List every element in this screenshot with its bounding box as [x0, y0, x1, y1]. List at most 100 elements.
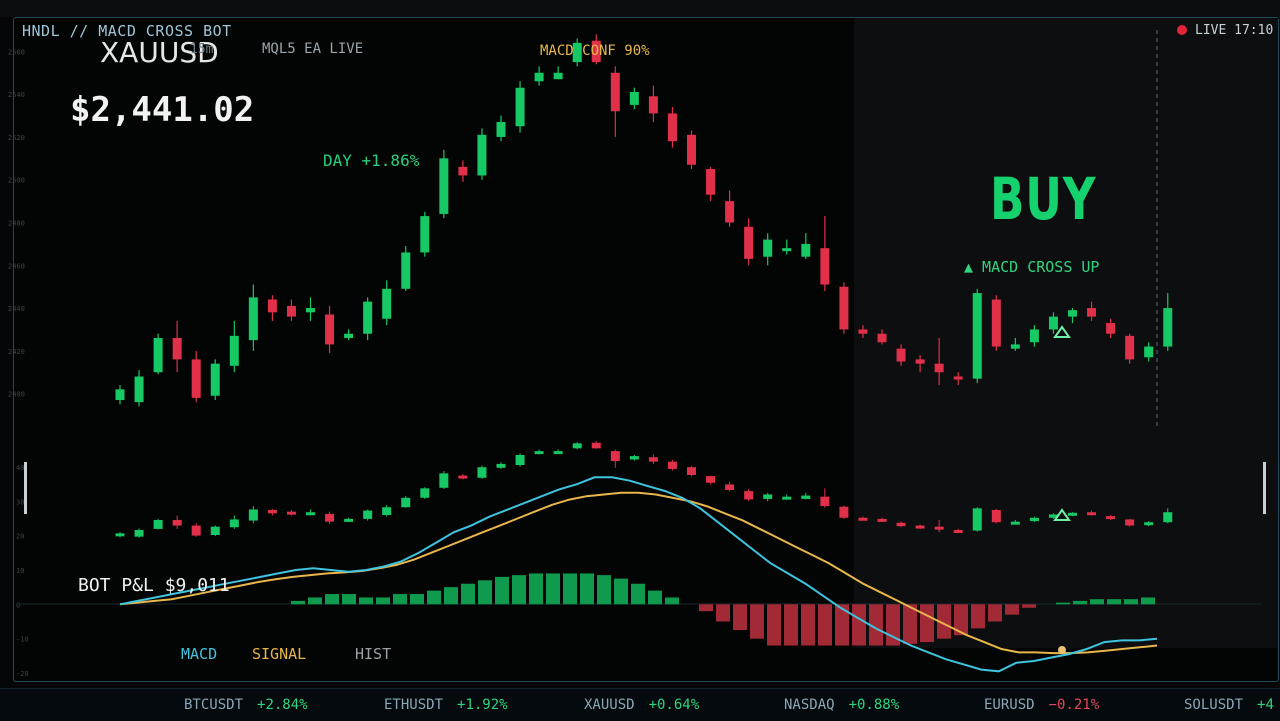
mini-candle-body: [1144, 522, 1154, 526]
mini-candle-body: [648, 457, 658, 462]
candle-body: [1106, 323, 1116, 334]
mini-candle-body: [363, 510, 373, 519]
ticker-item[interactable]: EURUSD −0.21%: [984, 697, 1099, 713]
candle-body: [210, 363, 220, 396]
price-tick-label: 2520: [8, 134, 25, 142]
ticker-item[interactable]: ETHUSDT +1.92%: [384, 697, 508, 713]
mini-candle-body: [953, 530, 963, 533]
price-tick-label: 2500: [8, 177, 25, 185]
osc-tick-label: -10: [16, 636, 29, 644]
hist-bar: [546, 573, 560, 605]
hist-bar: [818, 604, 832, 646]
mini-candle-body: [991, 510, 1001, 523]
hist-bar: [852, 604, 866, 646]
price-axis: 2400 2420 2440 2460 2480 2500 2520 2540 2560: [8, 48, 25, 398]
mini-candle-body: [896, 522, 906, 527]
candle-body: [972, 293, 982, 379]
mini-candle-body: [839, 506, 849, 518]
osc-tick-label: 0: [16, 601, 20, 609]
candle-body: [934, 363, 944, 373]
hist-bar: [920, 604, 934, 643]
legend-signal[interactable]: SIGNAL: [252, 645, 306, 663]
candle-body: [725, 201, 735, 223]
ticker-symbol: ETHUSDT: [384, 697, 444, 713]
mini-candle-body: [1029, 517, 1039, 522]
hist-bar: [801, 604, 815, 646]
mini-candle-body: [744, 491, 754, 500]
hist-bar: [1022, 604, 1036, 608]
ticker-item[interactable]: BTCUSDT +2.84%: [184, 697, 308, 713]
candle-body: [1125, 335, 1135, 360]
candle-body: [763, 239, 773, 257]
candle-body: [344, 333, 354, 338]
ticker-symbol: EURUSD: [984, 697, 1035, 713]
candle-body: [782, 248, 792, 252]
hist-bar: [410, 594, 424, 605]
scroll-handle[interactable]: [1263, 462, 1266, 514]
hist-bar: [1005, 604, 1019, 615]
hist-bar: [308, 597, 322, 605]
candle-body: [553, 72, 563, 80]
live-dot-icon: [1177, 25, 1187, 35]
hist-bar: [376, 597, 390, 605]
price-tick-label: 2400: [8, 391, 25, 399]
ticker-change: +4: [1257, 697, 1274, 713]
hist-bar: [648, 590, 662, 605]
candle-body: [610, 72, 620, 112]
mini-candle-body: [344, 518, 354, 522]
mini-candle-body: [934, 526, 944, 530]
mini-candle-body: [306, 512, 315, 516]
mini-candle-body: [496, 463, 506, 468]
signal-reason: ▲ MACD CROSS UP: [964, 258, 1100, 276]
ticker-item[interactable]: XAUUSD +0.64%: [584, 697, 699, 713]
mini-candle-body: [629, 456, 639, 460]
mini-candle-body: [801, 495, 811, 499]
hist-bar: [665, 597, 679, 605]
hist-bar: [716, 604, 730, 622]
hist-bar: [359, 597, 373, 605]
hist-bar: [784, 604, 798, 646]
candle-body: [115, 389, 125, 401]
scroll-handle-left[interactable]: [24, 462, 27, 514]
mini-candle-body: [229, 519, 239, 528]
bot-pnl: BOT P&L $9,011: [78, 575, 230, 596]
candle-body: [1029, 329, 1039, 343]
candle-body: [1048, 316, 1058, 330]
mini-candle-body: [248, 509, 258, 521]
price-tick-label: 2420: [8, 348, 25, 356]
candle-body: [1087, 308, 1097, 317]
osc-tick-label: 10: [16, 567, 24, 575]
macd-confidence: MACD CONF 90%: [540, 43, 650, 59]
hist-bar: [427, 590, 441, 605]
price-tick-label: 2480: [8, 220, 25, 228]
ticker-item[interactable]: SOLUSDT +4: [1184, 697, 1274, 713]
mini-candle-body: [153, 520, 163, 529]
mini-candle-body: [591, 442, 601, 449]
candle-body: [629, 92, 639, 105]
timeframe-label[interactable]: 15m: [190, 42, 213, 57]
ticker-item[interactable]: NASDAQ +0.88%: [784, 697, 899, 713]
candle-body: [363, 301, 373, 334]
legend-macd[interactable]: MACD: [181, 645, 217, 663]
candle-body: [458, 166, 468, 176]
mini-candle-body: [515, 455, 525, 465]
ticker-symbol: XAUUSD: [584, 697, 635, 713]
legend-hist[interactable]: HIST: [355, 645, 391, 663]
ticker-change: +2.84%: [257, 697, 308, 713]
mini-candle-body: [687, 467, 696, 475]
candle-body: [153, 338, 163, 373]
hist-bar: [767, 604, 781, 646]
ticker-change: +1.92%: [457, 697, 508, 713]
candle-body: [801, 243, 811, 257]
hist-bar: [393, 594, 407, 605]
candle-body: [191, 359, 201, 398]
mini-candle-body: [915, 525, 925, 529]
price-tick-label: 2540: [8, 91, 25, 99]
candle-body: [896, 348, 906, 362]
candle-body: [667, 113, 677, 142]
osc-tick-label: 20: [16, 533, 24, 541]
mini-candle-body: [820, 496, 830, 507]
hist-bar: [699, 604, 713, 612]
mini-candle-body: [1125, 519, 1135, 526]
hist-bar: [1056, 602, 1070, 605]
